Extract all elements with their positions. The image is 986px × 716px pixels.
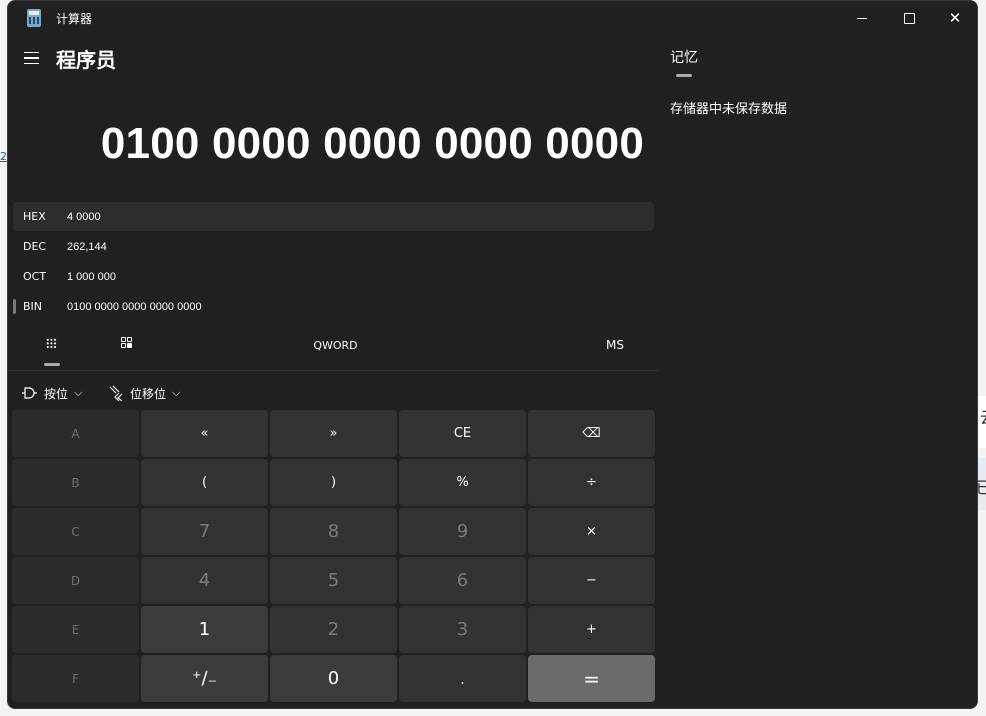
bitwise-label: 按位 [44,386,69,401]
multiply-button[interactable]: × [528,508,655,555]
right-shift-button[interactable]: » [270,410,397,457]
radix-value: 0100 0000 0000 0000 0000 [67,300,202,313]
tab-underline [44,363,60,366]
modulo-button[interactable]: % [399,459,526,506]
key-a[interactable]: A [12,410,139,457]
radix-label: DEC [23,240,47,253]
bit-toggle-icon [121,343,126,348]
active-radix-indicator [13,299,16,314]
close-icon: ✕ [948,8,962,27]
background-link: 2 [0,150,7,163]
bitshift-label: 位移位 [130,386,167,401]
minimize-button[interactable] [839,1,885,35]
digit-0-button[interactable]: 0 [270,655,397,702]
chevron-down-icon: ⌵ [74,386,83,399]
digit-4-button[interactable]: 4 [141,557,268,604]
radix-label: HEX [23,210,46,223]
background-text: 云 [980,404,986,428]
digit-2-button[interactable]: 2 [270,606,397,653]
digit-1-button[interactable]: 1 [141,606,268,653]
maximize-icon [903,12,915,24]
digit-5-button[interactable]: 5 [270,557,397,604]
maximize-button[interactable] [886,1,932,35]
key-f[interactable]: F [12,655,139,702]
digit-8-button[interactable]: 8 [270,508,397,555]
memory-empty-message: 存储器中未保存数据 [670,102,788,117]
mode-title: 程序员 [56,48,116,72]
bit-toggle-keypad-tab[interactable] [121,337,137,353]
keypad-icon [46,338,57,349]
add-button[interactable]: + [528,606,655,653]
minimize-icon [857,17,867,19]
divide-button[interactable]: ÷ [528,459,655,506]
hamburger-menu-icon[interactable] [24,49,42,67]
negate-button[interactable]: ⁺∕₋ [141,655,268,702]
subtract-button[interactable]: − [528,557,655,604]
result-display: 0100 0000 0000 0000 0000 [100,119,644,168]
word-size-button[interactable]: QWORD [288,339,383,352]
bitwise-menu[interactable]: 按位 ⌵ [21,382,82,404]
radix-row-dec[interactable]: DEC 262,144 [13,232,654,261]
bitshift-menu[interactable]: 位移位 ⌵ [108,382,180,404]
divider [8,370,658,371]
bit-toggle-icon [127,343,132,348]
radix-value: 262,144 [67,240,107,253]
bit-toggle-icon [121,337,126,342]
keypad: A «» CE ⌫ B()% ÷ C 7 8 9 × D 4 5 6− E 1 2 3 + F ⁺∕₋ 0. = [12,410,655,702]
app-title: 计算器 [56,12,93,26]
backspace-button[interactable]: ⌫ [528,410,655,457]
radix-row-oct[interactable]: OCT 1 000 000 [13,262,654,291]
key-b[interactable]: B [12,459,139,506]
digit-9-button[interactable]: 9 [399,508,526,555]
equals-button[interactable]: = [528,655,655,702]
bit-shift-icon [109,385,123,401]
radix-row-hex[interactable]: HEX 4 0000 [13,202,654,231]
key-d[interactable]: D [12,557,139,604]
clear-entry-button[interactable]: CE [399,410,526,457]
title-bar[interactable]: 计算器 ✕ [8,1,977,35]
memory-store-button[interactable]: MS [588,338,642,352]
memory-panel-title[interactable]: 记忆 [670,47,698,67]
radix-value: 1 000 000 [67,270,116,283]
bit-toggle-icon [127,337,132,342]
key-c[interactable]: C [12,508,139,555]
digit-3-button[interactable]: 3 [399,606,526,653]
tab-underline [676,74,692,77]
left-shift-button[interactable]: « [141,410,268,457]
radix-label: OCT [23,270,47,283]
open-paren-button[interactable]: ( [141,459,268,506]
full-keypad-tab[interactable] [41,336,63,366]
key-e[interactable]: E [12,606,139,653]
radix-row-bin[interactable]: BIN 0100 0000 0000 0000 0000 [13,292,654,321]
close-button[interactable]: ✕ [932,1,977,35]
close-paren-button[interactable]: ) [270,459,397,506]
digit-7-button[interactable]: 7 [141,508,268,555]
decimal-button[interactable]: . [399,655,526,702]
calculator-icon [27,9,41,27]
logic-gate-icon [22,387,37,399]
radix-value: 4 0000 [67,210,101,223]
radix-label: BIN [23,300,43,313]
digit-6-button[interactable]: 6 [399,557,526,604]
chevron-down-icon: ⌵ [172,386,181,399]
calculator-window: 计算器 ✕ 程序员 0100 0000 0000 0000 0000 HEX 4… [7,0,978,709]
